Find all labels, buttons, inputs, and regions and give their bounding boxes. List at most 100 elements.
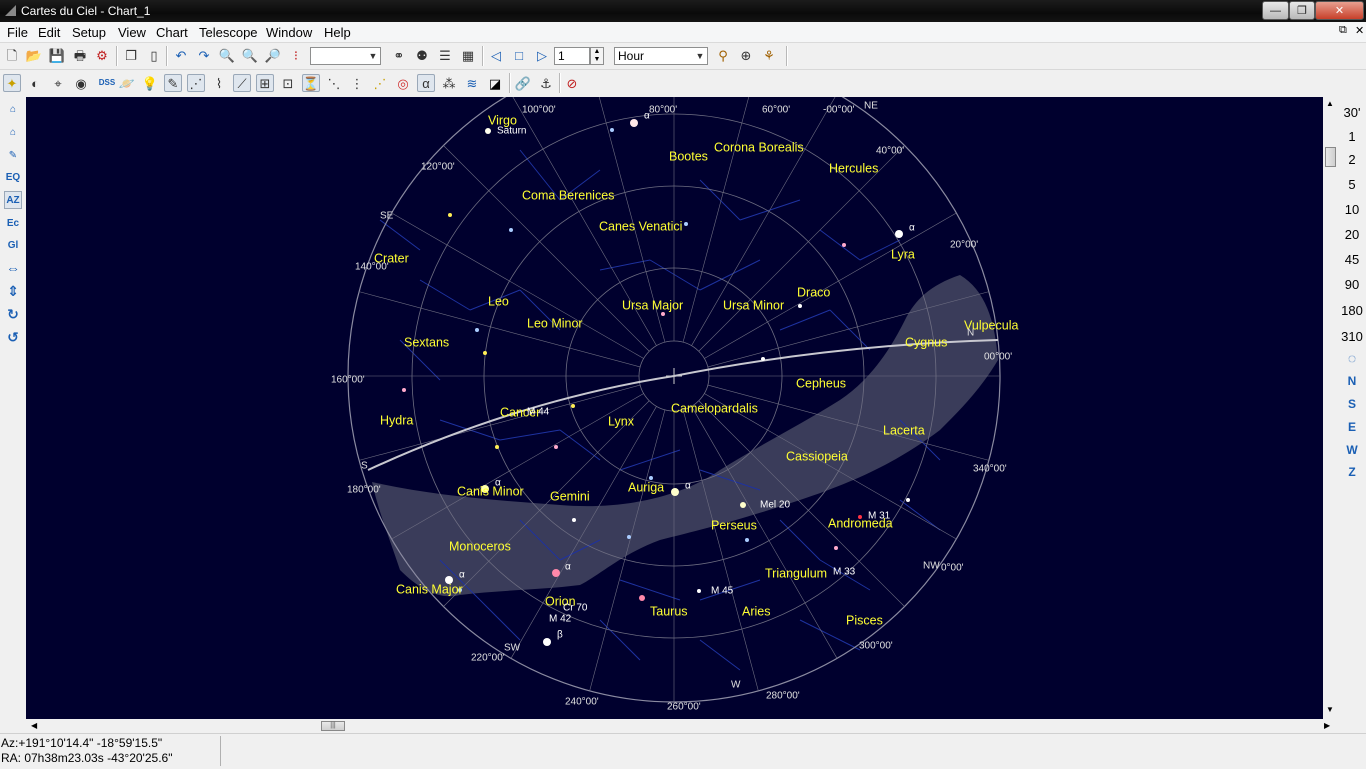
config-gear-icon[interactable]: ⚙ — [93, 46, 111, 64]
nebula-icon[interactable]: ◐ — [26, 74, 44, 92]
print-icon[interactable]: 🖶 — [71, 46, 89, 64]
ecliptic-icon[interactable]: ⋱ — [325, 74, 343, 92]
view-zenith-button[interactable]: Z — [1338, 465, 1366, 479]
milky-way-icon[interactable]: ◉ — [72, 74, 90, 92]
copy-window-icon[interactable]: ❐ — [122, 46, 140, 64]
save-icon[interactable]: 💾 — [48, 46, 66, 64]
telescope-sync-icon[interactable]: ⚘ — [760, 46, 778, 64]
zoom-in-icon[interactable]: 🔍 — [218, 46, 236, 64]
gl-mode-icon[interactable]: Gl — [4, 236, 22, 254]
ec-mode-icon[interactable]: Ec — [4, 214, 22, 232]
frame-spinner[interactable]: ▲ ▼ — [590, 47, 604, 65]
close-child-icon[interactable]: ✕ — [1355, 24, 1364, 37]
home-icon[interactable]: ⌂ — [4, 100, 22, 118]
vertical-scrollbar[interactable]: ▲ ▼ — [1323, 97, 1338, 719]
fov-90-button[interactable]: 90 — [1338, 277, 1366, 292]
binoculars-icon[interactable]: ⚭ — [390, 46, 408, 64]
sky-chart-svg[interactable]: VirgoBootesCorona BorealisHerculesComa B… — [26, 97, 1323, 719]
fov-180-button[interactable]: 180 — [1338, 303, 1366, 318]
altaz-grid-icon[interactable]: ⊡ — [279, 74, 297, 92]
crosshair-icon[interactable]: ⊕ — [737, 46, 755, 64]
link-icon[interactable]: 🔗 — [514, 74, 532, 92]
marker-icon[interactable]: ⁝ — [287, 46, 305, 64]
calendar-icon[interactable]: ▦ — [459, 46, 477, 64]
fov-20-button[interactable]: 20 — [1338, 227, 1366, 242]
tile-window-icon[interactable]: ▯ — [145, 46, 163, 64]
fov-2-button[interactable]: 2 — [1338, 152, 1366, 167]
fov-30min-button[interactable]: 30' — [1338, 105, 1366, 120]
open-icon[interactable]: 📂 — [25, 46, 43, 64]
frame-count-field[interactable]: 1 — [554, 47, 590, 65]
bulb-icon[interactable]: 💡 — [141, 74, 159, 92]
view-east-button[interactable]: E — [1338, 420, 1366, 434]
time-back-icon[interactable]: ◁ — [487, 46, 505, 64]
time-unit-select[interactable]: Hour ▼ — [614, 47, 708, 65]
constellation-names-icon[interactable]: ⟋ — [233, 74, 251, 92]
scroll-left-icon[interactable]: ◀ — [31, 721, 37, 730]
telescope-icon[interactable]: ⚲ — [714, 46, 732, 64]
menu-view[interactable]: View — [118, 25, 146, 40]
asteroid-icon[interactable]: ⁂ — [440, 74, 458, 92]
vertical-scroll-thumb[interactable] — [1325, 147, 1336, 167]
close-button[interactable]: ✕ — [1315, 1, 1364, 20]
menu-edit[interactable]: Edit — [38, 25, 60, 40]
view-west-button[interactable]: W — [1338, 443, 1366, 457]
rotate-right-icon[interactable]: ↻ — [4, 305, 22, 323]
observer-icon[interactable]: ⚉ — [413, 46, 431, 64]
galactic-icon[interactable]: ⋮ — [348, 74, 366, 92]
grid-eq-icon[interactable]: ✎ — [164, 74, 182, 92]
stars-icon[interactable]: ✦ — [3, 74, 21, 92]
constellation-lines-icon[interactable]: ⋰ — [187, 74, 205, 92]
view-south-button[interactable]: S — [1338, 397, 1366, 411]
boundaries-icon[interactable]: ⌇ — [210, 74, 228, 92]
fov-10-button[interactable]: 10 — [1338, 202, 1366, 217]
sky-chart[interactable]: Virgo Bootes Corona Borealis Hercules Coma B… — [26, 97, 1323, 719]
horizontal-scroll-thumb[interactable]: ||| — [321, 721, 345, 731]
target-icon[interactable]: ◎ — [394, 74, 412, 92]
lines-icon[interactable]: ⌖ — [49, 74, 67, 92]
flip-horizontal-icon[interactable]: ⇔ — [4, 259, 22, 277]
all-sky-icon[interactable]: ◌ — [1338, 350, 1366, 366]
scroll-down-icon[interactable]: ▼ — [1326, 705, 1334, 714]
menu-file[interactable]: File — [7, 25, 28, 40]
alpha-icon[interactable]: α — [417, 74, 435, 92]
redo-icon[interactable]: ↷ — [195, 46, 213, 64]
az-mode-icon[interactable]: AZ — [4, 191, 22, 209]
menu-window[interactable]: Window — [266, 25, 312, 40]
location-icon[interactable]: ⌂ — [4, 123, 22, 141]
sky-icon[interactable]: ≋ — [463, 74, 481, 92]
horizontal-scrollbar[interactable]: ◀ ||| ▶ — [26, 719, 1338, 733]
fov-45-button[interactable]: 45 — [1338, 252, 1366, 267]
eq-mode-icon[interactable]: EQ — [4, 168, 22, 186]
view-north-button[interactable]: N — [1338, 374, 1366, 388]
flip-vertical-icon[interactable]: ⇕ — [4, 282, 22, 300]
list-icon[interactable]: ☰ — [436, 46, 454, 64]
scroll-right-icon[interactable]: ▶ — [1324, 721, 1330, 730]
maximize-button[interactable]: ❐ — [1289, 1, 1315, 20]
labels-icon[interactable]: ⋰ — [371, 74, 389, 92]
menu-setup[interactable]: Setup — [72, 25, 106, 40]
time-now-icon[interactable]: □ — [510, 46, 528, 64]
minimize-button[interactable]: — — [1262, 1, 1289, 20]
rotate-left-icon[interactable]: ↺ — [4, 328, 22, 346]
zoom-out-icon[interactable]: 🔍 — [241, 46, 259, 64]
dss-icon[interactable]: DSS — [97, 74, 117, 92]
fov-310-button[interactable]: 310 — [1338, 329, 1366, 344]
notes-icon[interactable]: ✎ — [4, 146, 22, 164]
figure-icon[interactable]: ⏳ — [302, 74, 320, 92]
undo-icon[interactable]: ↶ — [172, 46, 190, 64]
no-telescope-icon[interactable]: ⊘ — [563, 74, 581, 92]
time-forward-icon[interactable]: ▷ — [533, 46, 551, 64]
fov-1-button[interactable]: 1 — [1338, 129, 1366, 144]
restore-child-icon[interactable]: ⧉ — [1339, 24, 1347, 37]
grid-icon[interactable]: ⊞ — [256, 74, 274, 92]
anchor-icon[interactable]: ⚓ — [537, 74, 555, 92]
search-combo[interactable]: ▼ — [310, 47, 381, 65]
menu-telescope[interactable]: Telescope — [199, 25, 258, 40]
color-icon[interactable]: ◪ — [486, 74, 504, 92]
planet-icon[interactable]: 🪐 — [118, 74, 136, 92]
zoom-fit-icon[interactable]: 🔎 — [264, 46, 282, 64]
menu-chart[interactable]: Chart — [156, 25, 188, 40]
new-chart-icon[interactable]: 🗋 — [3, 46, 21, 64]
fov-5-button[interactable]: 5 — [1338, 177, 1366, 192]
